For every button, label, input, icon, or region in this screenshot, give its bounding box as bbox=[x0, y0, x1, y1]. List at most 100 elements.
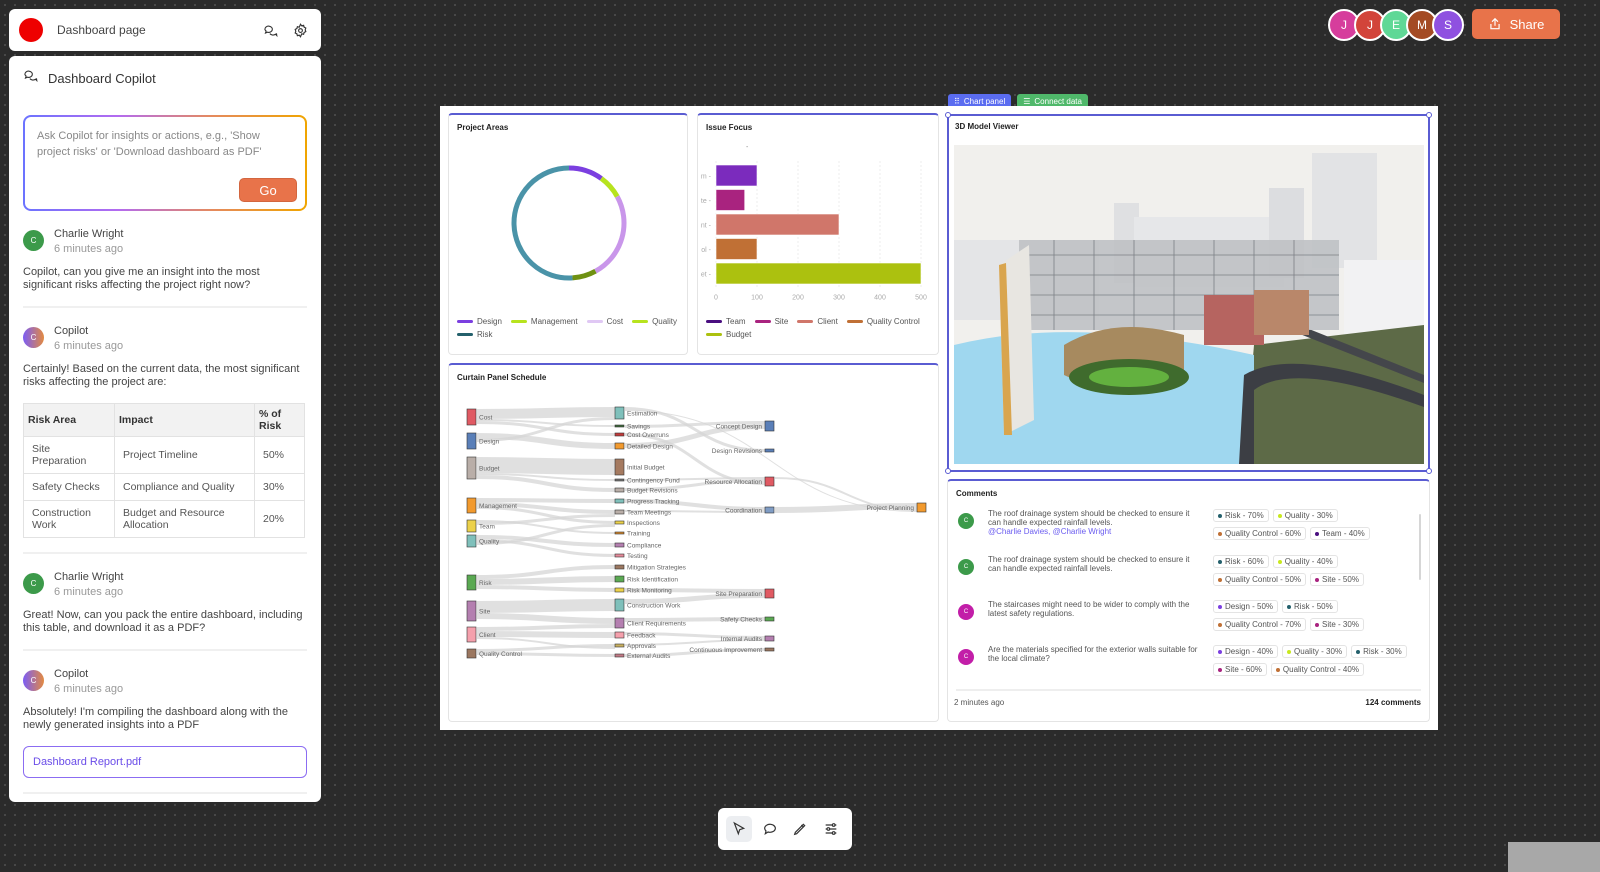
tag-chip[interactable]: Site - 50% bbox=[1310, 573, 1364, 586]
sankey-node-construction-work[interactable] bbox=[614, 598, 625, 612]
3d-model-viewport[interactable] bbox=[954, 145, 1424, 464]
tag-chip[interactable]: Quality Control - 70% bbox=[1213, 618, 1307, 631]
issue-focus-panel[interactable]: Issue Focus - 0 100 200 300 400 500 m - te - nt -… bbox=[697, 113, 939, 355]
bar-budget[interactable] bbox=[715, 262, 922, 285]
sankey-node-team[interactable] bbox=[466, 519, 477, 533]
sankey-node-detailed-design[interactable] bbox=[614, 442, 625, 450]
tag-chip[interactable]: Risk - 70% bbox=[1213, 509, 1269, 522]
comment-item[interactable]: C The staircases might need to be wider t… bbox=[958, 600, 1428, 631]
tag-chip[interactable]: Design - 40% bbox=[1213, 645, 1279, 658]
pdf-attachment-link[interactable]: Dashboard Report.pdf bbox=[23, 746, 307, 778]
sankey-node-budget-revisions[interactable] bbox=[614, 487, 625, 493]
legend-item[interactable]: Cost bbox=[586, 317, 623, 326]
sankey-node-feedback[interactable] bbox=[614, 631, 625, 639]
resize-handle[interactable] bbox=[1426, 468, 1432, 474]
sankey-node-quality[interactable] bbox=[466, 534, 477, 548]
tag-chip[interactable]: Risk - 30% bbox=[1351, 645, 1407, 658]
sankey-node-risk[interactable] bbox=[466, 574, 477, 591]
comment-item[interactable]: C Are the materials specified for the ext… bbox=[958, 645, 1428, 676]
bar-site[interactable] bbox=[715, 189, 746, 211]
comments-panel[interactable]: Comments C The roof drainage system shoul… bbox=[947, 479, 1430, 722]
tag-chip[interactable]: Quality Control - 40% bbox=[1270, 663, 1364, 676]
sankey-node-design-revisions[interactable] bbox=[764, 448, 775, 453]
sankey-node-team-meetings[interactable] bbox=[614, 509, 625, 515]
sankey-node-quality-control[interactable] bbox=[466, 648, 477, 659]
tag-chip[interactable]: Quality - 40% bbox=[1272, 555, 1338, 568]
legend-item[interactable]: Management bbox=[510, 317, 578, 326]
tag-chip[interactable]: Site - 30% bbox=[1310, 618, 1364, 631]
sankey-node-risk-identification[interactable] bbox=[614, 575, 625, 583]
sankey-node-safety-checks[interactable] bbox=[764, 616, 775, 622]
copilot-input[interactable] bbox=[37, 128, 293, 168]
legend-item[interactable]: Risk bbox=[457, 330, 493, 339]
legend-item[interactable]: Budget bbox=[706, 330, 751, 339]
sankey-node-client[interactable] bbox=[466, 626, 477, 643]
bar-client[interactable] bbox=[715, 213, 840, 236]
sankey-node-external-audits[interactable] bbox=[614, 653, 625, 658]
bar-quality-control[interactable] bbox=[715, 238, 758, 260]
donut-slice-risk[interactable] bbox=[511, 165, 573, 281]
tag-chip[interactable]: Team - 40% bbox=[1310, 527, 1370, 540]
bar-team[interactable] bbox=[715, 164, 758, 187]
donut-slice-management[interactable] bbox=[599, 176, 620, 198]
legend-item[interactable]: Design bbox=[457, 317, 502, 326]
sankey-node-estimation[interactable] bbox=[614, 406, 625, 420]
sankey-node-internal-audits[interactable] bbox=[764, 635, 775, 642]
donut-slice-quality[interactable] bbox=[572, 268, 597, 281]
gear-icon[interactable] bbox=[289, 19, 311, 41]
sankey-node-site-preparation[interactable] bbox=[764, 588, 775, 599]
tag-chip[interactable]: Quality Control - 60% bbox=[1213, 527, 1307, 540]
tag-chip[interactable]: Quality - 30% bbox=[1282, 645, 1348, 658]
sankey-node-risk-monitoring[interactable] bbox=[614, 587, 625, 593]
comment-item[interactable]: C The roof drainage system should be chec… bbox=[958, 555, 1428, 586]
sankey-node-project-planning[interactable] bbox=[916, 502, 927, 513]
sankey-node-compliance[interactable] bbox=[614, 542, 625, 548]
sankey-node-cost-overruns[interactable] bbox=[614, 432, 625, 437]
tag-chip[interactable]: Site - 60% bbox=[1213, 663, 1267, 676]
scrollbar[interactable] bbox=[1419, 514, 1421, 580]
legend-item[interactable]: Client bbox=[797, 317, 838, 326]
pointer-icon[interactable] bbox=[726, 816, 753, 842]
donut-slice-cost[interactable] bbox=[594, 195, 627, 274]
resize-handle[interactable] bbox=[945, 468, 951, 474]
settings-sliders-icon[interactable] bbox=[818, 816, 844, 842]
sankey-node-cost[interactable] bbox=[466, 408, 477, 426]
comment-icon[interactable] bbox=[757, 816, 783, 842]
legend-item[interactable]: Quality bbox=[632, 317, 677, 326]
tag-chip[interactable]: Quality - 30% bbox=[1272, 509, 1338, 522]
legend-item[interactable]: Quality Control bbox=[846, 317, 920, 326]
sankey-node-budget[interactable] bbox=[466, 456, 477, 480]
share-button[interactable]: Share bbox=[1472, 9, 1560, 39]
sankey-node-continuous-improvement[interactable] bbox=[764, 647, 775, 652]
collaborator-avatar[interactable]: S bbox=[1432, 9, 1464, 41]
sankey-node-approvals[interactable] bbox=[614, 643, 625, 648]
sankey-node-design[interactable] bbox=[466, 432, 477, 450]
legend-item[interactable]: Site bbox=[754, 317, 788, 326]
comment-mentions[interactable]: @Charlie Davies, @Charlie Wright bbox=[988, 527, 1198, 536]
resize-handle[interactable] bbox=[1426, 112, 1432, 118]
project-areas-panel[interactable]: Project Areas Design Management Cost Qualit… bbox=[448, 113, 688, 355]
sankey-node-client-requirements[interactable] bbox=[614, 617, 625, 629]
sankey-node-savings[interactable] bbox=[614, 424, 625, 428]
sankey-node-mitigation-strategies[interactable] bbox=[614, 564, 625, 570]
tag-chip[interactable]: Risk - 50% bbox=[1282, 600, 1338, 613]
sankey-node-contingency-fund[interactable] bbox=[614, 478, 625, 482]
legend-item[interactable]: Team bbox=[706, 317, 746, 326]
sankey-node-concept-design[interactable] bbox=[764, 420, 775, 432]
go-button[interactable]: Go bbox=[239, 178, 297, 202]
sankey-node-site[interactable] bbox=[466, 600, 477, 622]
sankey-node-progress-tracking[interactable] bbox=[614, 498, 625, 504]
donut-slice-design[interactable] bbox=[568, 165, 603, 181]
comment-item[interactable]: C The roof drainage system should be chec… bbox=[958, 509, 1428, 540]
sankey-node-resource-allocation[interactable] bbox=[764, 476, 775, 487]
sankey-node-coordination[interactable] bbox=[764, 506, 775, 514]
pen-icon[interactable] bbox=[787, 816, 813, 842]
tag-chip[interactable]: Quality Control - 50% bbox=[1213, 573, 1307, 586]
tag-chip[interactable]: Risk - 60% bbox=[1213, 555, 1269, 568]
sankey-node-initial-budget[interactable] bbox=[614, 458, 625, 476]
sankey-node-management[interactable] bbox=[466, 497, 477, 514]
sankey-panel[interactable]: Curtain Panel Schedule Cost Design Budget M… bbox=[448, 363, 939, 722]
tag-chip[interactable]: Design - 50% bbox=[1213, 600, 1279, 613]
resize-handle[interactable] bbox=[945, 112, 951, 118]
minimap[interactable] bbox=[1508, 842, 1600, 872]
